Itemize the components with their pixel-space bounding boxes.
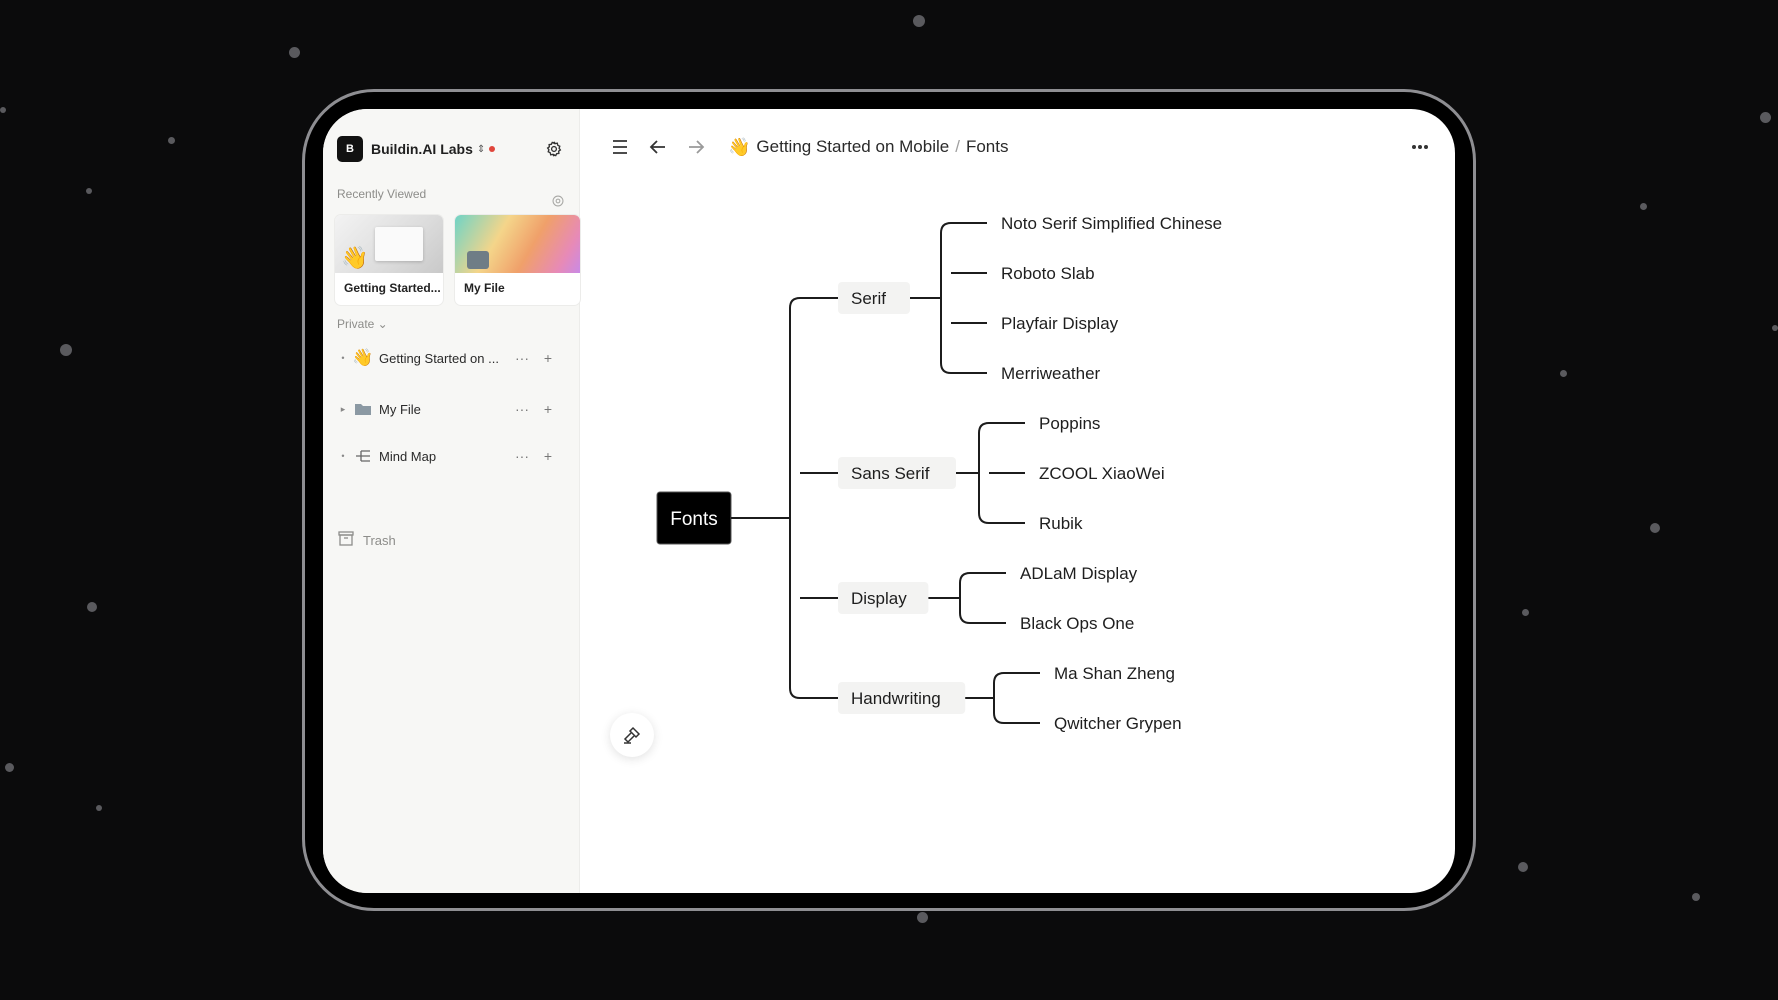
background-dot xyxy=(96,805,102,811)
switch-icon: ⇕ xyxy=(476,143,486,155)
background-dot xyxy=(1760,112,1771,123)
recent-card-getting-started[interactable]: 👋 Getting Started... xyxy=(335,215,443,305)
folder-icon xyxy=(467,251,489,269)
background-dot xyxy=(913,15,925,27)
gear-icon[interactable] xyxy=(543,138,565,160)
background-dot xyxy=(1772,325,1778,331)
sidebar-item-label: My File xyxy=(379,401,421,417)
leaf-node-adlam-display[interactable]: ADLaM Display xyxy=(1020,564,1138,583)
mind-map-connector xyxy=(993,672,1005,724)
sidebar-item-label: Mind Map xyxy=(379,448,437,464)
main-content: 👋 Getting Started on Mobile / Fonts Font… xyxy=(580,109,1455,893)
background-dot xyxy=(1522,609,1529,616)
mind-map-connector xyxy=(959,572,971,624)
expand-toggle[interactable]: ▸ xyxy=(337,404,349,415)
background-dot xyxy=(1560,370,1567,377)
background-dot xyxy=(917,912,928,923)
workspace-logo: B xyxy=(337,136,363,162)
leaf-node-ma-shan-zheng[interactable]: Ma Shan Zheng xyxy=(1054,664,1175,683)
background-dot xyxy=(87,602,97,612)
leaf-node-poppins[interactable]: Poppins xyxy=(1039,414,1100,433)
branch-label-handwriting: Handwriting xyxy=(851,689,941,708)
leaf-node-black-ops-one[interactable]: Black Ops One xyxy=(1020,614,1134,633)
background-dot xyxy=(1640,203,1647,210)
more-options-button[interactable]: ··· xyxy=(509,401,535,417)
sidebar-item-getting-started[interactable]: • 👋 Getting Started on ... ··· + xyxy=(337,343,569,373)
leaf-node-noto-serif-simplified-chinese[interactable]: Noto Serif Simplified Chinese xyxy=(1001,214,1222,233)
background-dot xyxy=(60,344,72,356)
recently-viewed-label: Recently Viewed xyxy=(337,187,427,201)
sidebar-item-label: Getting Started on ... xyxy=(379,350,499,366)
background-dot xyxy=(168,137,175,144)
more-options-button[interactable]: ··· xyxy=(509,448,535,464)
background: B Buildin.AI Labs ⇕ Recently Viewed 👋 Ge… xyxy=(0,0,1778,1000)
background-dot xyxy=(5,763,14,772)
tablet-frame: B Buildin.AI Labs ⇕ Recently Viewed 👋 Ge… xyxy=(302,89,1476,911)
leaf-node-zcool-xiaowei[interactable]: ZCOOL XiaoWei xyxy=(1039,464,1165,483)
leaf-node-merriweather[interactable]: Merriweather xyxy=(1001,364,1101,383)
sidebar: B Buildin.AI Labs ⇕ Recently Viewed 👋 Ge… xyxy=(323,109,580,893)
card-illustration xyxy=(375,227,423,261)
sidebar-item-my-file[interactable]: ▸ My File ··· + xyxy=(337,394,569,424)
card-thumbnail xyxy=(455,215,580,273)
add-page-button[interactable]: + xyxy=(535,401,561,417)
add-page-button[interactable]: + xyxy=(535,350,561,366)
more-options-button[interactable]: ··· xyxy=(509,350,535,366)
recently-viewed-settings-icon[interactable] xyxy=(551,194,567,210)
notification-dot xyxy=(489,146,496,152)
mind-map-icon xyxy=(351,446,375,466)
leaf-node-qwitcher-grypen[interactable]: Qwitcher Grypen xyxy=(1054,714,1182,733)
sidebar-item-mind-map[interactable]: • Mind Map ··· + xyxy=(337,441,569,471)
wave-emoji: 👋 xyxy=(352,348,374,367)
background-dot xyxy=(1692,893,1700,901)
wave-emoji: 👋 xyxy=(341,245,369,270)
expand-toggle[interactable]: • xyxy=(337,451,349,461)
mind-map-canvas[interactable]: Fonts Serif Noto Serif Simplified Chinese R… xyxy=(580,109,1455,893)
leaf-node-roboto-slab[interactable]: Roboto Slab xyxy=(1001,264,1095,283)
trash-label: Trash xyxy=(363,532,396,548)
mind-map-connector xyxy=(789,297,801,699)
private-section-toggle[interactable]: Private ⌄ xyxy=(337,317,388,331)
workspace-switcher[interactable]: B Buildin.AI Labs ⇕ xyxy=(337,135,565,163)
leaf-node-playfair-display[interactable]: Playfair Display xyxy=(1001,314,1119,333)
background-dot xyxy=(289,47,300,58)
trash-icon xyxy=(337,529,355,552)
branch-label-sans-serif: Sans Serif xyxy=(851,464,930,483)
card-thumbnail: 👋 xyxy=(335,215,443,273)
folder-icon xyxy=(351,399,375,419)
branch-label-display: Display xyxy=(851,589,907,608)
background-dot xyxy=(86,188,92,194)
mind-map-root-label: Fonts xyxy=(670,509,718,530)
app-screen: B Buildin.AI Labs ⇕ Recently Viewed 👋 Ge… xyxy=(323,109,1455,893)
add-page-button[interactable]: + xyxy=(535,448,561,464)
sidebar-item-trash[interactable]: Trash xyxy=(337,527,396,553)
workspace-name[interactable]: Buildin.AI Labs xyxy=(371,141,473,157)
recent-card-title: Getting Started... xyxy=(344,281,441,295)
background-dot xyxy=(0,107,6,113)
background-dot xyxy=(1650,523,1660,533)
branch-label-serif: Serif xyxy=(851,289,886,308)
hammer-icon[interactable] xyxy=(610,713,654,757)
recent-card-title: My File xyxy=(464,281,505,295)
leaf-node-rubik[interactable]: Rubik xyxy=(1039,514,1083,533)
recent-card-my-file[interactable]: My File xyxy=(455,215,580,305)
expand-toggle[interactable]: • xyxy=(337,353,349,363)
background-dot xyxy=(1518,862,1528,872)
mind-map-connector xyxy=(940,222,952,374)
mind-map-connector xyxy=(978,422,990,524)
